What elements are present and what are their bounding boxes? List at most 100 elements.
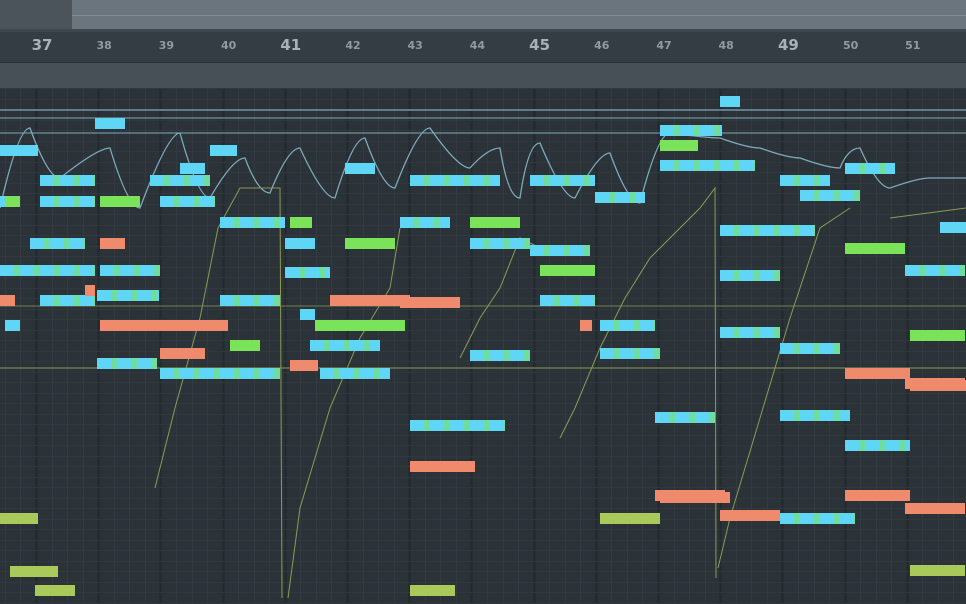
midi-note[interactable] (5, 196, 20, 207)
horizontal-scrollbar[interactable] (0, 0, 966, 32)
midi-note[interactable] (30, 238, 85, 249)
midi-note[interactable] (400, 217, 450, 228)
automation-curve (889, 207, 966, 219)
midi-note[interactable] (400, 297, 460, 308)
midi-note[interactable] (180, 163, 205, 174)
midi-note[interactable] (40, 295, 95, 306)
midi-note[interactable] (845, 243, 905, 254)
midi-note[interactable] (210, 145, 237, 156)
midi-note[interactable] (905, 503, 965, 514)
midi-note[interactable] (720, 327, 780, 338)
bar-number: 42 (345, 39, 361, 52)
midi-note[interactable] (100, 238, 125, 249)
midi-note[interactable] (780, 410, 850, 421)
scrollbar-thumb[interactable] (72, 0, 966, 32)
midi-note[interactable] (720, 270, 780, 281)
midi-note[interactable] (410, 461, 475, 472)
midi-note[interactable] (97, 290, 159, 301)
midi-note[interactable] (595, 192, 645, 203)
bar-number: 46 (594, 39, 610, 52)
scrollbar-track-left (0, 0, 72, 32)
midi-note[interactable] (220, 217, 282, 228)
midi-note[interactable] (100, 320, 228, 331)
midi-note[interactable] (845, 440, 910, 451)
midi-note[interactable] (345, 163, 375, 174)
midi-note[interactable] (470, 217, 520, 228)
midi-note[interactable] (800, 190, 860, 201)
timeline-ruler[interactable]: 37 38 39 40 41 42 43 44 45 46 47 48 49 50 51 (0, 32, 966, 63)
midi-note[interactable] (320, 368, 390, 379)
midi-note[interactable] (655, 412, 715, 423)
midi-note[interactable] (600, 320, 655, 331)
midi-note[interactable] (530, 175, 595, 186)
midi-note[interactable] (0, 513, 38, 524)
midi-note[interactable] (580, 320, 592, 331)
midi-note[interactable] (0, 295, 15, 306)
midi-note[interactable] (0, 265, 95, 276)
midi-note[interactable] (290, 360, 318, 371)
midi-note[interactable] (285, 238, 315, 249)
midi-note[interactable] (0, 145, 38, 156)
midi-note[interactable] (780, 175, 830, 186)
midi-note[interactable] (220, 295, 280, 306)
midi-note[interactable] (660, 160, 755, 171)
midi-note[interactable] (10, 566, 58, 577)
midi-note[interactable] (910, 565, 965, 576)
midi-note[interactable] (5, 320, 20, 331)
midi-note[interactable] (150, 175, 210, 186)
midi-note[interactable] (720, 510, 780, 521)
midi-note[interactable] (300, 309, 315, 320)
midi-note[interactable] (95, 118, 125, 129)
bar-number: 38 (96, 39, 112, 52)
midi-note[interactable] (780, 513, 855, 524)
bar-number: 47 (656, 39, 672, 52)
midi-note[interactable] (290, 217, 312, 228)
midi-note[interactable] (530, 245, 590, 256)
midi-note[interactable] (600, 348, 660, 359)
midi-note[interactable] (600, 513, 660, 524)
midi-note[interactable] (845, 490, 910, 501)
midi-note[interactable] (310, 340, 380, 351)
midi-note[interactable] (40, 196, 95, 207)
midi-note[interactable] (720, 96, 740, 107)
midi-note[interactable] (100, 265, 160, 276)
midi-note[interactable] (220, 368, 280, 379)
midi-note[interactable] (940, 222, 966, 233)
midi-note[interactable] (315, 320, 405, 331)
event-strip (0, 63, 966, 89)
midi-note[interactable] (845, 368, 910, 379)
midi-note[interactable] (540, 265, 595, 276)
midi-note[interactable] (345, 238, 395, 249)
midi-note[interactable] (845, 163, 895, 174)
scrollbar-divider (72, 15, 966, 16)
midi-note[interactable] (85, 285, 95, 296)
midi-note[interactable] (330, 295, 380, 306)
midi-note[interactable] (470, 238, 530, 249)
note-grid[interactable] (0, 88, 966, 604)
midi-note[interactable] (540, 295, 595, 306)
midi-note[interactable] (410, 585, 455, 596)
midi-note[interactable] (410, 175, 500, 186)
midi-note[interactable] (410, 420, 505, 431)
midi-note[interactable] (100, 196, 140, 207)
bar-number: 48 (718, 39, 734, 52)
automation-curve (459, 237, 541, 359)
midi-note[interactable] (905, 378, 965, 389)
midi-note[interactable] (97, 358, 157, 369)
midi-note[interactable] (160, 348, 205, 359)
midi-note[interactable] (780, 343, 840, 354)
midi-note[interactable] (660, 140, 698, 151)
midi-note[interactable] (40, 175, 95, 186)
bar-number: 51 (905, 39, 921, 52)
midi-note[interactable] (230, 340, 260, 351)
midi-note[interactable] (160, 196, 215, 207)
midi-note[interactable] (720, 225, 815, 236)
midi-note[interactable] (655, 490, 725, 501)
midi-note[interactable] (470, 350, 530, 361)
midi-note[interactable] (35, 585, 75, 596)
midi-note[interactable] (660, 125, 722, 136)
midi-note[interactable] (910, 330, 965, 341)
midi-note[interactable] (905, 265, 965, 276)
automation-curve (154, 187, 283, 599)
midi-note[interactable] (285, 267, 330, 278)
